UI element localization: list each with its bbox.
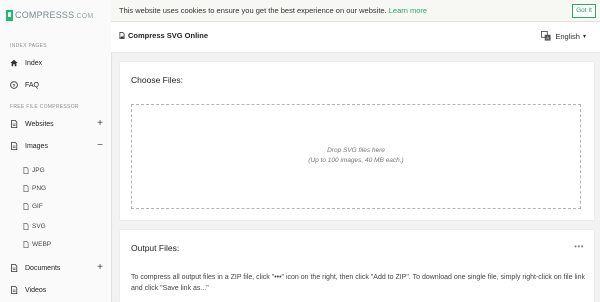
sidebar-item-label: FAQ <box>25 81 40 89</box>
sidebar-subitem-jpg[interactable]: JPG <box>0 163 111 177</box>
top-bar: Compress SVG Online A English ▾ <box>111 22 600 53</box>
svg-text:A: A <box>547 36 550 41</box>
language-selector[interactable]: A English ▾ <box>541 31 586 41</box>
dropzone-text: Drop SVG files here <box>327 147 385 154</box>
logo-domain: .COM <box>74 13 94 20</box>
learn-more-link[interactable]: Learn more <box>389 6 427 15</box>
output-instructions: To compress all output files in a ZIP fi… <box>131 274 585 292</box>
sidebar-item-index[interactable]: Index <box>0 55 111 71</box>
sidebar-subitem-label: WEBP <box>32 240 52 248</box>
sidebar-item-label: Documents <box>25 264 61 272</box>
file-icon <box>11 264 18 272</box>
output-files-card: Output Files: ••• To compress all output… <box>120 230 594 302</box>
sidebar-subitem-label: PNG <box>32 184 47 192</box>
sidebar-item-label: Videos <box>25 286 47 294</box>
file-image-icon <box>23 184 29 192</box>
sidebar-subitem-svg[interactable]: SVG <box>0 219 111 233</box>
logo-name: COMPRESSS <box>15 10 75 20</box>
choose-files-title: Choose Files: <box>131 75 183 85</box>
file-icon <box>11 286 18 294</box>
section-label-free-file-compressor: FREE FILE COMPRESSOR <box>10 104 79 110</box>
file-dropzone[interactable]: Drop SVG files here (Up to 100 images, 4… <box>131 104 581 209</box>
file-image-icon <box>23 222 29 230</box>
file-image-icon <box>23 166 29 174</box>
sidebar-subitem-label: SVG <box>32 222 46 230</box>
logo[interactable]: COMPRESSS.COM <box>6 8 93 22</box>
file-image-icon <box>119 32 125 39</box>
output-files-title: Output Files: <box>131 243 180 253</box>
got-it-button[interactable]: Got It <box>572 4 596 18</box>
section-label-index-pages: INDEX PAGES <box>10 43 47 49</box>
translate-icon: A <box>541 31 551 41</box>
file-icon <box>11 120 18 128</box>
sidebar-subitem-webp[interactable]: WEBP <box>0 237 111 251</box>
sidebar-subitem-label: GIF <box>32 202 43 210</box>
sidebar-item-label: Index <box>25 59 43 67</box>
help-circle-icon: ? <box>10 81 18 89</box>
file-icon <box>11 142 18 150</box>
sidebar-subitem-gif[interactable]: GIF <box>0 199 111 213</box>
home-icon <box>10 59 18 67</box>
sidebar-item-faq[interactable]: ? FAQ <box>0 77 111 93</box>
sidebar-subitem-png[interactable]: PNG <box>0 181 111 195</box>
cookie-banner: This website uses cookies to ensure you … <box>111 0 600 22</box>
choose-files-card: Choose Files: Drop SVG files here (Up to… <box>120 62 594 220</box>
sidebar-item-websites[interactable]: Websites + <box>0 116 111 132</box>
file-image-icon <box>23 202 29 210</box>
language-label: English <box>555 31 580 41</box>
dropzone-limits: (Up to 100 images, 40 MB each.) <box>308 157 404 164</box>
file-image-icon <box>23 240 29 248</box>
cookie-message: This website uses cookies to ensure you … <box>119 6 389 15</box>
expand-plus-icon[interactable]: + <box>97 263 103 273</box>
sidebar-item-label: Images <box>25 142 48 150</box>
expand-plus-icon[interactable]: + <box>97 119 103 129</box>
svg-text:?: ? <box>13 83 16 89</box>
logo-mark-icon <box>6 9 13 21</box>
sidebar: COMPRESSS.COM INDEX PAGES Index ? FAQ FR… <box>0 0 112 302</box>
sidebar-item-label: Websites <box>25 120 54 128</box>
page-title-text: Compress SVG Online <box>128 31 209 40</box>
sidebar-subitem-label: JPG <box>32 166 45 174</box>
chevron-down-icon: ▾ <box>582 33 586 40</box>
collapse-minus-icon[interactable]: − <box>97 141 103 151</box>
sidebar-item-images[interactable]: Images − <box>0 138 111 154</box>
page-title: Compress SVG Online <box>119 31 208 40</box>
sidebar-item-videos[interactable]: Videos <box>0 282 111 298</box>
sidebar-item-documents[interactable]: Documents + <box>0 260 111 276</box>
more-options-button[interactable]: ••• <box>574 242 584 251</box>
